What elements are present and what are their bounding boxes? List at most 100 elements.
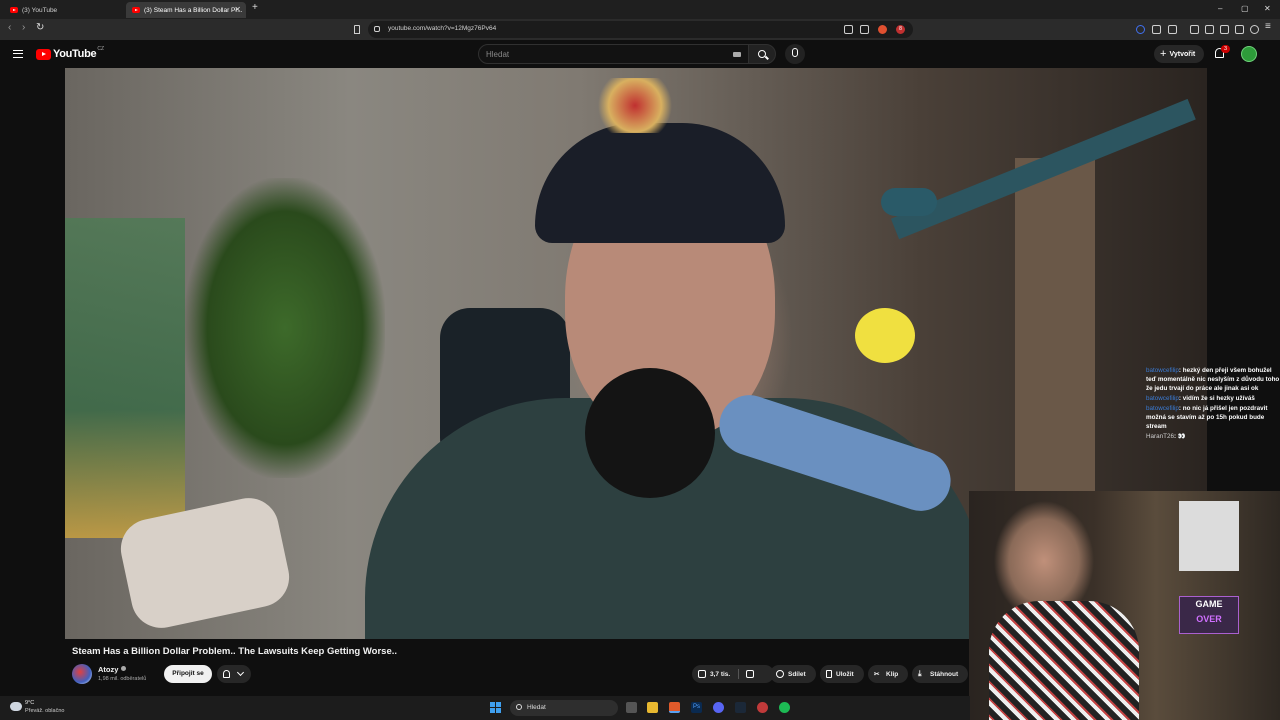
thumbs-up-icon [698,670,706,678]
media-icon[interactable] [1190,25,1199,34]
search-button[interactable] [748,44,776,64]
discord-icon[interactable] [713,702,724,713]
logo-text: YouTube [53,48,97,60]
weather-temperature: 9°C [25,700,35,706]
chevron-down-icon [236,668,245,677]
chat-text: : vidím že si hezky užíváš [1178,395,1255,402]
subscription-button[interactable] [217,665,251,683]
vpn-icon[interactable] [1250,25,1259,34]
thumbs-down-icon[interactable] [746,670,754,678]
new-tab-button[interactable]: + [252,2,258,13]
chat-message: HaranT26: 👀 [1146,432,1280,441]
browser-toolbar: ‹ › ↻ youtube.com/watch?v=12Mgz76Pv64 8 … [0,19,1280,40]
chat-username: batowcefilip [1146,405,1179,412]
url-text: youtube.com/watch?v=12Mgz76Pv64 [388,25,497,32]
youtube-logo[interactable]: YouTube CZ [36,46,104,60]
windows-taskbar: 9°C Převáž. oblačno Hledat Ps [0,696,970,720]
share-button[interactable]: Sdílet [770,665,816,683]
reload-icon[interactable]: ↻ [36,22,44,33]
user-avatar[interactable] [1241,46,1257,62]
youtube-header: YouTube CZ Hledat + Vytvořit 3 [0,40,1280,68]
chat-message: batowcefilip: hezký den přeji všem bohuž… [1146,366,1280,393]
create-button[interactable]: + Vytvořit [1154,45,1204,63]
sign-line: GAME [1195,599,1223,609]
reading-list-icon[interactable] [1220,25,1229,34]
download-label: Stáhnout [930,670,959,678]
bell-icon [223,670,230,678]
cloud-icon[interactable] [10,702,22,711]
clip-label: Klip [886,670,899,678]
download-icon: ⤓ [918,669,922,678]
steam-icon[interactable] [735,702,746,713]
file-explorer-icon[interactable] [647,702,658,713]
extensions-icon[interactable] [1152,25,1161,34]
share-arrow-icon [776,670,784,678]
video-scene-rubber-duck [855,308,915,363]
tab-title: (3) Steam Has a Billion Dollar Pr... [144,6,243,14]
install-app-icon[interactable] [844,25,853,34]
hamburger-menu-icon[interactable] [13,50,23,58]
clip-button[interactable]: ✂ Klip [868,665,908,683]
like-count: 3,7 tis. [710,670,731,678]
search-icon [758,50,766,58]
chat-message: batowcefilip: no nic já přišel jen pozdr… [1146,404,1280,431]
sidebar-icon[interactable] [1205,25,1214,34]
search-icon [516,704,522,710]
leo-ai-icon[interactable] [1235,25,1244,34]
stream-chat-overlay: batowcefilip: hezký den přeji všem bohuž… [1146,366,1280,496]
forward-icon[interactable]: › [22,22,25,33]
channel-avatar[interactable] [72,664,92,684]
close-window-button[interactable]: ✕ [1264,4,1271,13]
video-scene-blue-logo [881,188,937,216]
chat-message: batowcefilip: vidím že si hezky užíváš [1146,394,1280,403]
channel-name[interactable]: Atozy [98,665,118,674]
task-view-icon[interactable] [626,702,637,713]
browser-tab-strip: (3) YouTube (3) Steam Has a Billion Doll… [0,0,1280,19]
join-button[interactable]: Připojit se [164,665,212,683]
subscriber-count: 1,98 mil. odběratelů [98,676,147,682]
sign-line: OVER [1196,614,1222,624]
photoshop-icon[interactable]: Ps [691,702,702,713]
site-info-icon[interactable] [374,26,380,32]
back-icon[interactable]: ‹ [8,22,11,33]
bookmark-icon[interactable] [354,25,360,34]
youtube-play-icon [36,48,51,60]
address-bar[interactable]: youtube.com/watch?v=12Mgz76Pv64 [368,21,913,38]
notifications-badge: 3 [1221,45,1230,53]
share-icon[interactable] [860,25,869,34]
maximize-button[interactable]: ▢ [1241,4,1249,13]
app-icon[interactable] [757,702,768,713]
video-scene-plant [185,178,385,478]
weather-description: Převáž. oblačno [25,708,65,714]
chat-username: HaranT26 [1146,433,1175,440]
brave-browser-icon[interactable] [669,702,680,713]
search-input[interactable]: Hledat [478,44,750,64]
tab-title: (3) YouTube [22,6,58,14]
brave-shields-icon[interactable] [878,25,887,34]
spotify-icon[interactable] [779,702,790,713]
create-label: Vytvořit [1169,50,1196,58]
browser-menu-icon[interactable]: ≡ [1265,21,1271,32]
extension-badge[interactable]: 8 [896,25,905,34]
tab-close-icon[interactable]: ✕ [234,5,241,14]
windows-start-icon[interactable] [490,702,501,713]
like-button[interactable]: 3,7 tis. [692,665,774,683]
browser-tab[interactable]: (3) YouTube [4,2,122,18]
video-scene-cap-logo [590,78,680,133]
keyboard-icon[interactable] [733,52,741,57]
like-divider [738,669,739,679]
plus-icon: + [1160,48,1167,60]
save-button[interactable]: Uložit [820,665,864,683]
webcam-scene-window [1179,501,1239,571]
webcam-scene-shirt [989,601,1139,720]
wallet-icon[interactable] [1136,25,1145,34]
taskbar-search[interactable]: Hledat [510,700,618,716]
logo-country: CZ [97,46,104,52]
voice-search-button[interactable] [785,44,805,64]
tab-search-icon[interactable] [1168,25,1177,34]
download-button[interactable]: ⤓ Stáhnout [912,665,968,683]
browser-tab-active[interactable]: (3) Steam Has a Billion Dollar Pr... ✕ [126,2,246,18]
minimize-button[interactable]: – [1218,4,1222,13]
scissors-icon: ✂ [874,671,880,678]
search-placeholder: Hledat [486,50,510,59]
